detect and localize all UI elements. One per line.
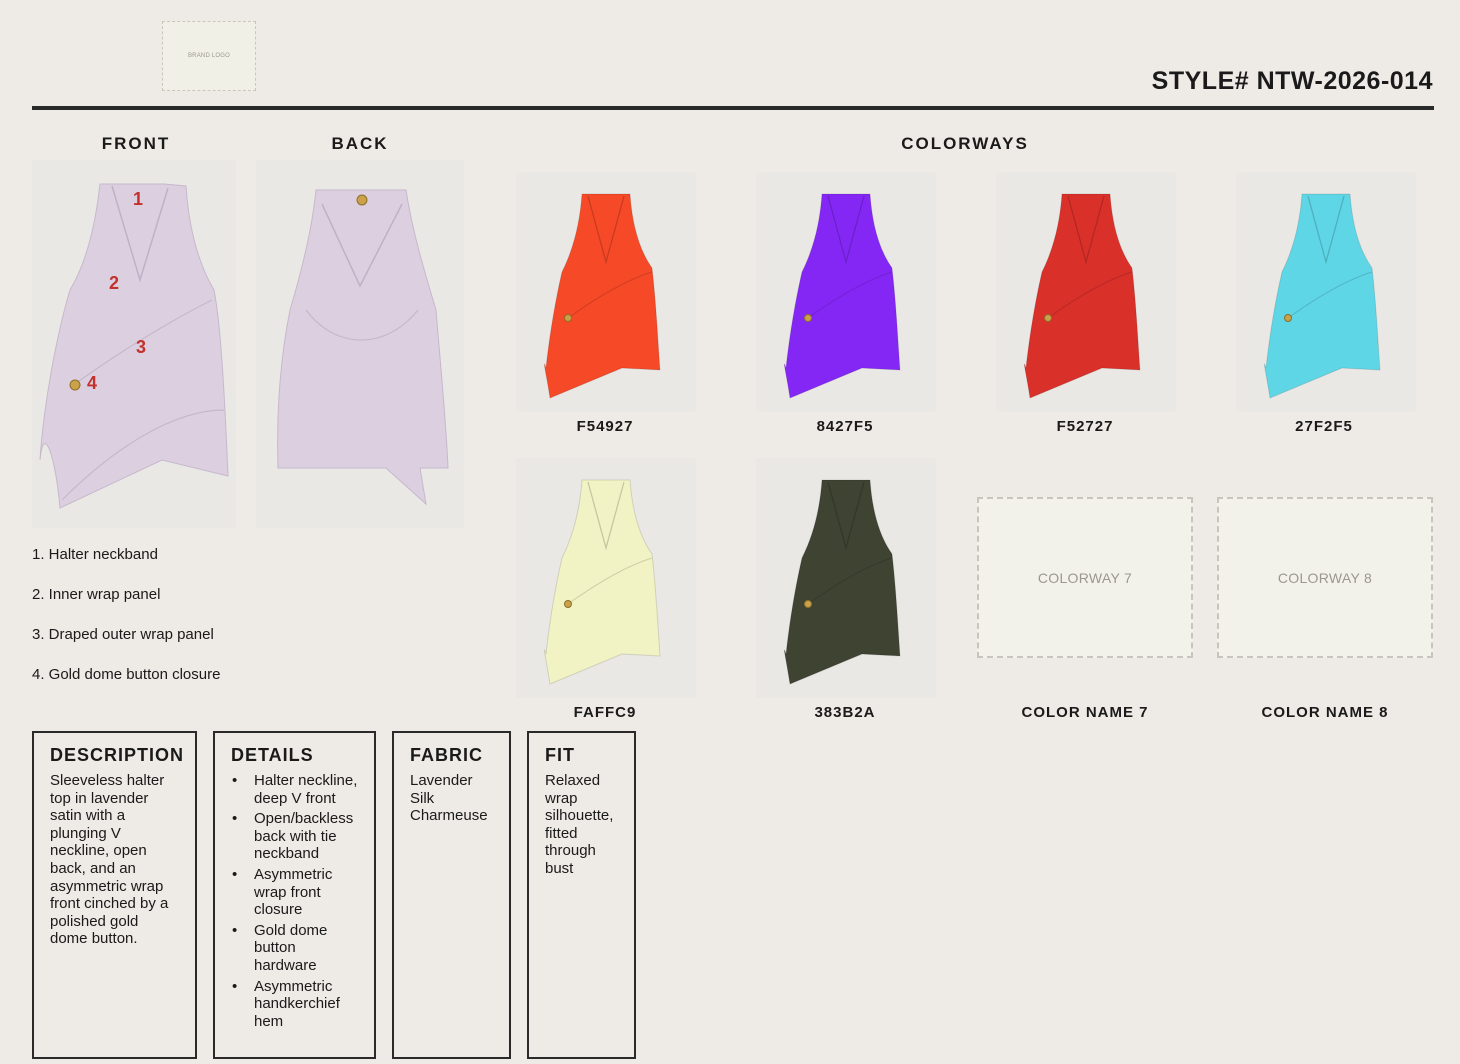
front-view-image bbox=[32, 160, 236, 528]
brand-logo-placeholder: BRAND LOGO bbox=[162, 21, 256, 91]
colorway-5-code: FAFFC9 bbox=[573, 704, 637, 721]
details-item: Asymmetric wrap front closure bbox=[231, 866, 358, 919]
gold-button-icon bbox=[564, 314, 572, 322]
details-title: DETAILS bbox=[231, 745, 314, 765]
colorway-6-code: 383B2A bbox=[814, 704, 876, 721]
details-list: Halter neckline, deep V front Open/backl… bbox=[231, 772, 358, 1030]
front-garment-shape bbox=[39, 183, 229, 509]
callout-2: 2 bbox=[109, 273, 120, 293]
colorway-8-name: COLOR NAME 8 bbox=[1261, 704, 1389, 721]
colorway-garment-svg bbox=[543, 193, 661, 399]
description-text: Sleeveless halter top in lavender satin … bbox=[50, 772, 169, 948]
header-divider bbox=[32, 106, 1434, 110]
gold-button-icon bbox=[564, 600, 572, 608]
back-view-image bbox=[256, 160, 464, 528]
colorway-garment-svg bbox=[1023, 193, 1141, 399]
fit-text: Relaxed wrap silhouette, fitted through … bbox=[545, 772, 614, 877]
description-title: DESCRIPTION bbox=[50, 745, 185, 765]
details-box: DETAILS Halter neckline, deep V front Op… bbox=[213, 731, 376, 1059]
gold-button-icon bbox=[1284, 314, 1292, 322]
colorway-4-image bbox=[1236, 172, 1416, 412]
colorway-8-placeholder: COLORWAY 8 bbox=[1217, 497, 1433, 658]
colorway-2-code: 8427F5 bbox=[816, 418, 874, 435]
colorway-garment-svg bbox=[543, 479, 661, 685]
colorway-5-image bbox=[516, 458, 696, 698]
legend-item-4: 4. Gold dome button closure bbox=[32, 666, 221, 683]
front-label: FRONT bbox=[101, 134, 171, 153]
fit-box: FIT Relaxed wrap silhouette, fitted thro… bbox=[527, 731, 636, 1059]
callout-3: 3 bbox=[136, 337, 147, 357]
legend-item-3: 3. Draped outer wrap panel bbox=[32, 626, 214, 643]
legend-item-2: 2. Inner wrap panel bbox=[32, 586, 161, 603]
colorway-4-code: 27F2F5 bbox=[1295, 418, 1353, 435]
colorway-garment-svg bbox=[1263, 193, 1381, 399]
details-item: Asymmetric handkerchief hem bbox=[231, 978, 358, 1031]
callout-1: 1 bbox=[133, 189, 144, 209]
colorways-label: COLORWAYS bbox=[901, 134, 1029, 153]
details-item: Gold dome button hardware bbox=[231, 922, 358, 975]
colorway-3-image bbox=[996, 172, 1176, 412]
colorway-7-placeholder: COLORWAY 7 bbox=[977, 497, 1193, 658]
fabric-title: FABRIC bbox=[410, 745, 483, 765]
colorway-garment-svg bbox=[783, 193, 901, 399]
colorway-1-image bbox=[516, 172, 696, 412]
back-label: BACK bbox=[331, 134, 389, 153]
description-box: DESCRIPTION Sleeveless halter top in lav… bbox=[32, 731, 197, 1059]
details-item: Open/backless back with tie neckband bbox=[231, 810, 358, 863]
callout-4: 4 bbox=[87, 373, 98, 393]
colorway-garment-svg bbox=[783, 479, 901, 685]
colorway-2-image bbox=[756, 172, 936, 412]
fabric-text: Lavender Silk Charmeuse bbox=[410, 772, 488, 825]
colorway-7-name: COLOR NAME 7 bbox=[1021, 704, 1149, 721]
colorway-6-image bbox=[756, 458, 936, 698]
colorway-1-code: F54927 bbox=[576, 418, 634, 435]
back-garment-shape bbox=[277, 189, 449, 506]
gold-button-icon bbox=[804, 600, 812, 608]
fit-title: FIT bbox=[545, 745, 575, 765]
details-item: Halter neckline, deep V front bbox=[231, 772, 358, 807]
fabric-box: FABRIC Lavender Silk Charmeuse bbox=[392, 731, 511, 1059]
gold-button-icon bbox=[1044, 314, 1052, 322]
legend-item-1: 1. Halter neckband bbox=[32, 546, 158, 563]
colorway-3-code: F52727 bbox=[1056, 418, 1114, 435]
gold-button-icon bbox=[804, 314, 812, 322]
style-number: STYLE# NTW-2026-014 bbox=[1151, 67, 1433, 95]
